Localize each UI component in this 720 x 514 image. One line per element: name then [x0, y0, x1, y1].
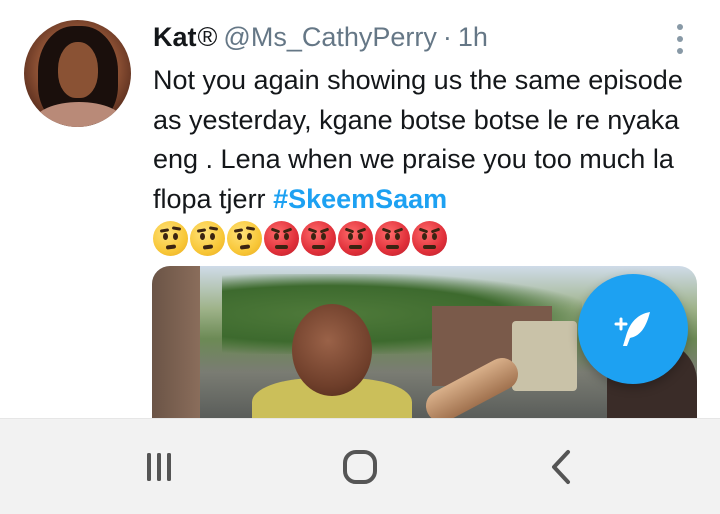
angry-face-emoji [375, 221, 410, 256]
separator-dot: · [442, 22, 452, 52]
emoji-mouth [349, 245, 362, 249]
avatar-face [58, 42, 98, 98]
recent-apps-icon [147, 453, 171, 481]
emoji-eye [395, 233, 400, 240]
more-dot [677, 48, 683, 54]
angry-face-emoji [264, 221, 299, 256]
home-icon [343, 450, 377, 484]
emoji-eye [321, 233, 326, 240]
emoji-eye [385, 233, 390, 240]
emoji-mouth [423, 245, 436, 249]
confused-face-emoji [153, 221, 188, 256]
emoji-eye [432, 233, 437, 240]
home-button[interactable] [335, 447, 385, 487]
emoji-eye [311, 233, 316, 240]
angry-face-emoji [412, 221, 447, 256]
emoji-eye [422, 233, 427, 240]
back-button[interactable] [537, 447, 587, 487]
compose-tweet-icon [614, 312, 650, 346]
hashtag-link[interactable]: #SkeemSaam [273, 184, 447, 214]
avatar[interactable] [24, 20, 131, 127]
back-icon [552, 450, 570, 484]
tweet-text: Not you again showing us the same episod… [153, 61, 713, 219]
emoji-mouth [202, 244, 214, 250]
emoji-mouth [312, 245, 325, 249]
name-symbol: ® [197, 22, 218, 52]
emoji-eye [274, 233, 279, 240]
media-man-head [292, 304, 372, 396]
more-dot [677, 24, 683, 30]
emoji-eye [237, 233, 242, 240]
tweet[interactable]: Kat ® @Ms_CathyPerry · 1h Not you again … [0, 0, 720, 418]
emoji-eye [173, 233, 178, 240]
more-dot [677, 36, 683, 42]
emoji-eye [163, 233, 168, 240]
emoji-mouth [165, 244, 177, 250]
media-building [152, 266, 200, 418]
user-handle[interactable]: @Ms_CathyPerry [223, 22, 436, 53]
media-truck [512, 321, 577, 391]
display-name[interactable]: Kat [153, 22, 197, 53]
emoji-eye [210, 233, 215, 240]
angry-face-emoji [338, 221, 373, 256]
emoji-mouth [275, 245, 288, 249]
confused-face-emoji [190, 221, 225, 256]
emoji-mouth [239, 244, 251, 250]
recent-apps-button[interactable] [134, 447, 184, 487]
emoji-eye [284, 233, 289, 240]
emoji-brow [208, 226, 219, 231]
emoji-eye [247, 233, 252, 240]
confused-face-emoji [227, 221, 262, 256]
emoji-row [153, 221, 447, 256]
tweet-time: 1h [457, 22, 488, 52]
emoji-eye [358, 233, 363, 240]
tweet-header: Kat ® @Ms_CathyPerry · 1h [153, 22, 488, 58]
emoji-mouth [386, 245, 399, 249]
emoji-eye [348, 233, 353, 240]
emoji-brow [245, 226, 256, 231]
emoji-brow [171, 226, 182, 231]
compose-tweet-button[interactable] [578, 274, 688, 384]
system-navigation-bar [0, 418, 720, 514]
more-vertical-icon[interactable] [672, 24, 688, 54]
emoji-eye [200, 233, 205, 240]
angry-face-emoji [301, 221, 336, 256]
